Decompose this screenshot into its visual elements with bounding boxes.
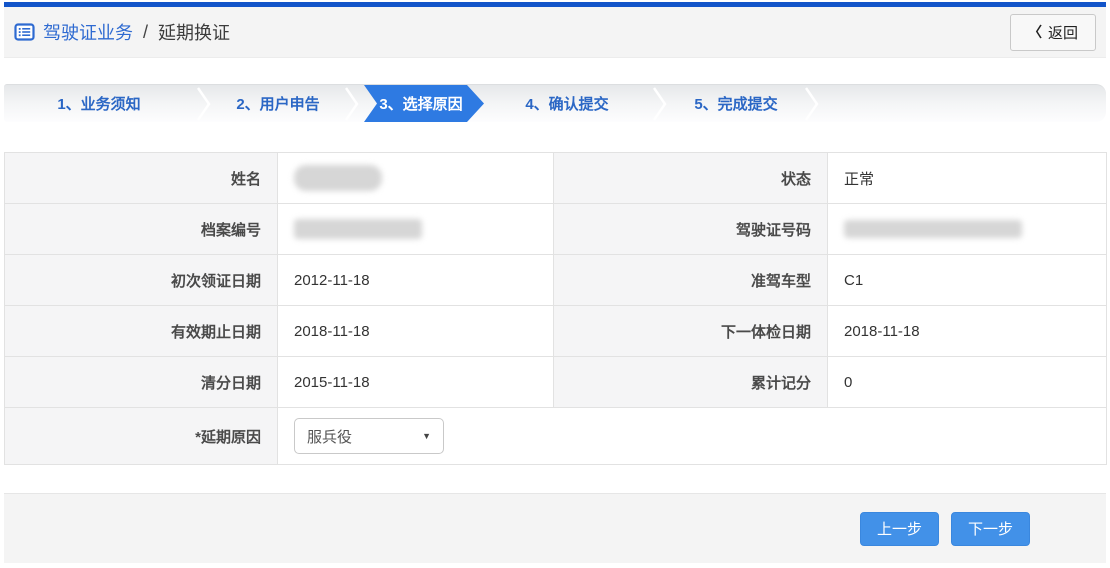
- field-value: 0: [828, 357, 1107, 408]
- step-4-confirm-submit[interactable]: 4、确认提交: [484, 85, 650, 122]
- field-value: 2015-11-18: [278, 357, 554, 408]
- field-label: 姓名: [5, 153, 278, 204]
- spacer: [4, 465, 1106, 493]
- step-separator-icon: [342, 85, 362, 122]
- field-value: [828, 204, 1107, 255]
- extension-reason-select[interactable]: 服兵役 ▼: [294, 418, 444, 454]
- license-info-table: 姓名 状态 正常 档案编号 驾驶证号码 初次领证日期 2012-11-18 准驾…: [4, 152, 1107, 465]
- table-row: 姓名 状态 正常: [5, 153, 1107, 204]
- field-value: 正常: [828, 153, 1107, 204]
- step-bar-filler: [822, 85, 1106, 122]
- list-form-icon: [14, 23, 35, 41]
- redacted-file-number-value: [294, 219, 422, 239]
- footer-bar: 上一步 下一步: [4, 493, 1106, 563]
- redacted-name-value: [294, 165, 382, 191]
- step-1-business-notice[interactable]: 1、业务须知: [4, 85, 194, 122]
- field-label: 状态: [554, 153, 828, 204]
- extension-reason-label: *延期原因: [5, 408, 278, 465]
- field-value: 2018-11-18: [278, 306, 554, 357]
- step-separator-icon: [650, 85, 670, 122]
- spacer: [4, 122, 1106, 152]
- caret-down-icon: ▼: [422, 431, 431, 441]
- step-5-complete-submit[interactable]: 5、完成提交: [670, 85, 802, 122]
- title-separator: /: [143, 22, 148, 43]
- field-value: 2018-11-18: [828, 306, 1107, 357]
- page-title-primary: 驾驶证业务: [43, 19, 133, 45]
- field-label: 档案编号: [5, 204, 278, 255]
- field-label: 累计记分: [554, 357, 828, 408]
- table-row: 档案编号 驾驶证号码: [5, 204, 1107, 255]
- back-button[interactable]: 〈 返回: [1010, 14, 1096, 51]
- field-label: 驾驶证号码: [554, 204, 828, 255]
- step-wizard: 1、业务须知 2、用户申告 3、选择原因 4、确认提交 5、完成提交: [4, 84, 1106, 122]
- prev-step-button[interactable]: 上一步: [860, 512, 939, 546]
- table-row: *延期原因 服兵役 ▼: [5, 408, 1107, 465]
- back-button-label: 返回: [1048, 22, 1078, 43]
- chevron-left-icon: 〈: [1028, 22, 1042, 42]
- field-label: 有效期止日期: [5, 306, 278, 357]
- field-label: 清分日期: [5, 357, 278, 408]
- step-2-user-declaration[interactable]: 2、用户申告: [214, 85, 342, 122]
- field-value: [278, 153, 554, 204]
- breadcrumb: 驾驶证业务 / 延期换证: [14, 19, 230, 45]
- spacer: [4, 58, 1106, 84]
- selected-option-label: 服兵役: [307, 426, 352, 447]
- step-separator-icon: [802, 85, 822, 122]
- field-label: 准驾车型: [554, 255, 828, 306]
- redacted-license-number-value: [844, 220, 1022, 238]
- page-title-secondary: 延期换证: [158, 19, 230, 45]
- field-label: 下一体检日期: [554, 306, 828, 357]
- table-row: 有效期止日期 2018-11-18 下一体检日期 2018-11-18: [5, 306, 1107, 357]
- field-value: C1: [828, 255, 1107, 306]
- field-value: [278, 204, 554, 255]
- next-step-button[interactable]: 下一步: [951, 512, 1030, 546]
- step-separator-icon: [194, 85, 214, 122]
- step-3-select-reason[interactable]: 3、选择原因: [364, 85, 484, 122]
- field-label: 初次领证日期: [5, 255, 278, 306]
- page-header: 驾驶证业务 / 延期换证 〈 返回: [4, 7, 1106, 58]
- page: 驾驶证业务 / 延期换证 〈 返回 1、业务须知 2、用户申告 3、选择原因 4…: [4, 2, 1106, 563]
- table-row: 清分日期 2015-11-18 累计记分 0: [5, 357, 1107, 408]
- field-value: 2012-11-18: [278, 255, 554, 306]
- table-row: 初次领证日期 2012-11-18 准驾车型 C1: [5, 255, 1107, 306]
- field-value: 服兵役 ▼: [278, 408, 1107, 465]
